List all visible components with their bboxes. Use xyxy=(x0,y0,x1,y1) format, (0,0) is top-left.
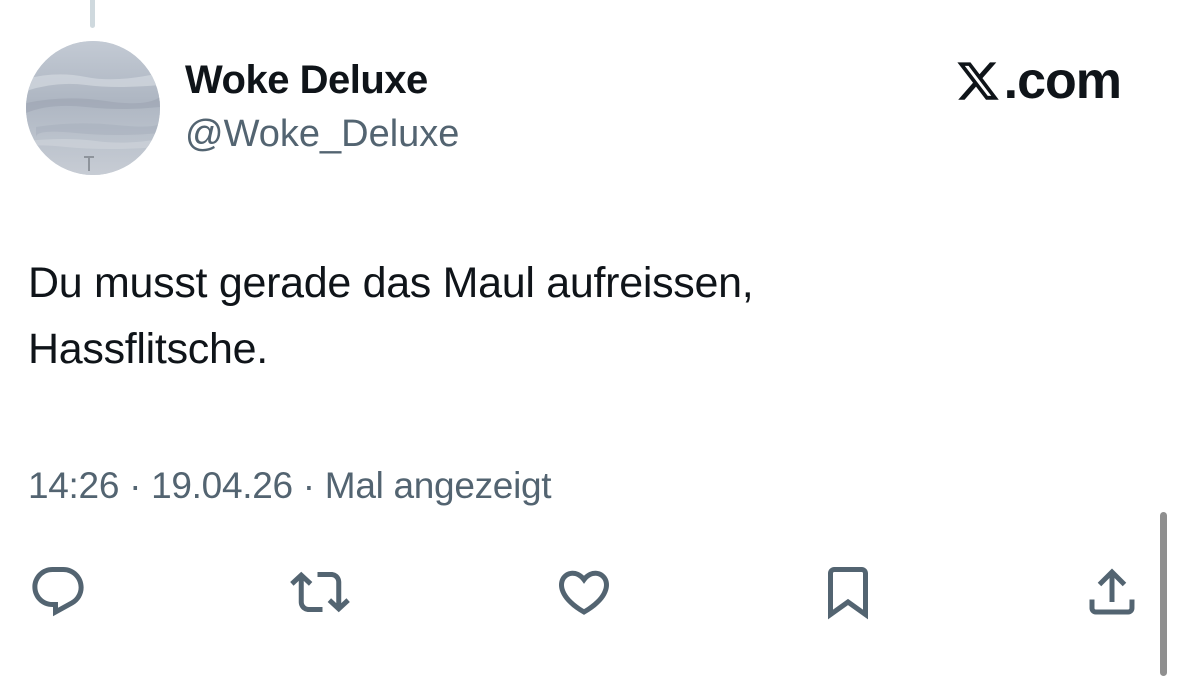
thread-connector-line xyxy=(90,0,95,28)
sky-photo-avatar xyxy=(26,41,160,175)
tweet-meta: 14:26 · 19.04.26 · Mal angezeigt xyxy=(28,465,552,507)
avatar[interactable] xyxy=(26,41,160,175)
meta-separator: · xyxy=(129,465,142,506)
bookmark-icon xyxy=(828,567,868,620)
author-handle[interactable]: @Woke_Deluxe xyxy=(185,113,459,156)
like-button[interactable] xyxy=(554,562,614,622)
brand-watermark: .com xyxy=(955,52,1122,110)
tweet-text-line: Du musst gerade das Maul aufreissen, xyxy=(28,259,754,307)
heart-icon xyxy=(558,570,610,615)
scrollbar-thumb[interactable] xyxy=(1160,512,1167,676)
tweet-text-line: Hassflitsche. xyxy=(28,325,268,373)
reply-button[interactable] xyxy=(28,562,88,622)
retweet-button[interactable] xyxy=(290,562,350,622)
reply-icon xyxy=(32,567,84,617)
share-icon xyxy=(1089,568,1135,615)
bookmark-button[interactable] xyxy=(818,562,878,622)
meta-separator: · xyxy=(302,465,315,506)
tweet-views[interactable]: Mal angezeigt xyxy=(325,465,552,506)
tweet-action-bar xyxy=(0,562,1179,622)
share-button[interactable] xyxy=(1082,562,1142,622)
tweet-date[interactable]: 19.04.26 xyxy=(151,465,293,506)
retweet-icon xyxy=(290,571,350,613)
tweet-time[interactable]: 14:26 xyxy=(28,465,119,506)
brand-suffix: .com xyxy=(1003,52,1122,110)
x-logo-icon xyxy=(957,62,999,100)
author-display-name[interactable]: Woke Deluxe xyxy=(185,58,428,103)
tweet-text: Du musst gerade das Maul aufreissen, Has… xyxy=(28,250,1128,382)
